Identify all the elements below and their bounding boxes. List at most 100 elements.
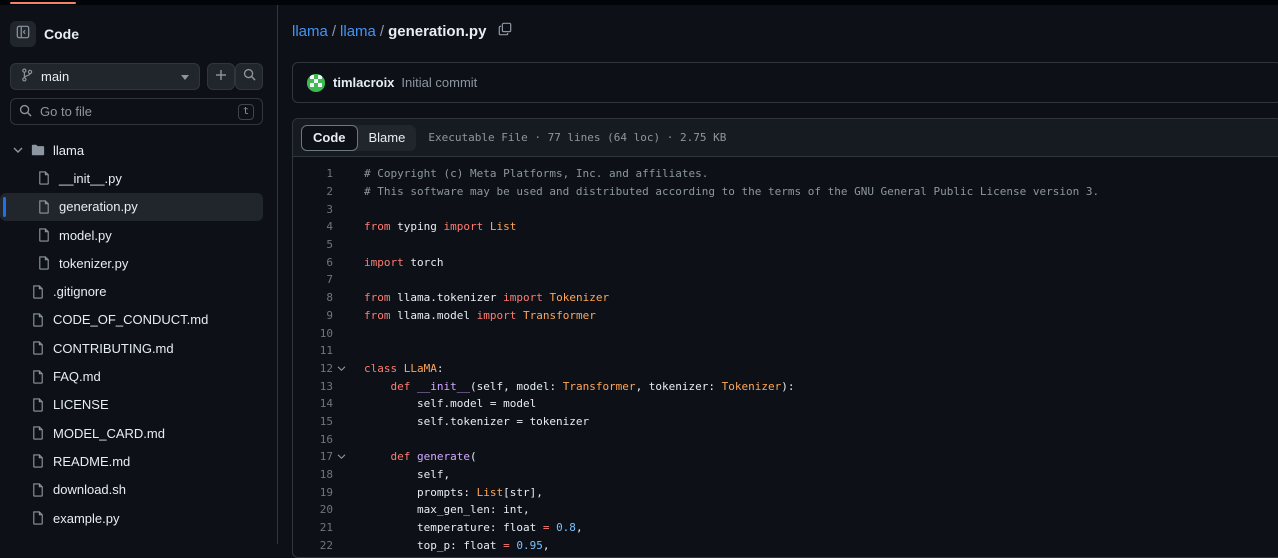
- line-number[interactable]: 21: [293, 521, 333, 534]
- code-text: temperature: float = 0.8,: [364, 521, 583, 534]
- tree-file-item[interactable]: CONTRIBUTING.md: [0, 334, 277, 362]
- breadcrumb-folder-link[interactable]: llama: [340, 23, 376, 40]
- code-line: 5: [293, 236, 1278, 254]
- line-number[interactable]: 4: [293, 220, 333, 233]
- line-number[interactable]: 12: [293, 362, 333, 375]
- line-number[interactable]: 1: [293, 167, 333, 180]
- line-number[interactable]: 17: [293, 450, 333, 463]
- code-line: 17 def generate(: [293, 448, 1278, 466]
- collapse-sidebar-button[interactable]: [10, 21, 36, 47]
- line-number[interactable]: 10: [293, 327, 333, 340]
- sidebar-collapse-icon: [16, 25, 30, 44]
- breadcrumb-repo-link[interactable]: llama: [292, 23, 328, 40]
- file-view: llama / llama / generation.py timlacroix…: [278, 5, 1278, 558]
- tree-file-item[interactable]: example.py: [0, 504, 277, 532]
- line-number[interactable]: 2: [293, 185, 333, 198]
- code-token: import: [443, 220, 484, 234]
- fold-chevron-icon[interactable]: [333, 365, 364, 372]
- code-token: 0.8: [556, 521, 576, 535]
- code-line: 21 temperature: float = 0.8,: [293, 519, 1278, 537]
- line-number[interactable]: 20: [293, 503, 333, 516]
- line-number[interactable]: 14: [293, 397, 333, 410]
- code-token: class: [364, 361, 398, 375]
- line-number[interactable]: 6: [293, 256, 333, 269]
- commit-message[interactable]: Initial commit: [401, 75, 477, 90]
- file-tree: llama __init__.py generation.py model.py tok…: [0, 136, 277, 532]
- code-token: self.model = model: [364, 397, 537, 411]
- tree-file-item[interactable]: download.sh: [0, 476, 277, 504]
- tree-file-item[interactable]: model.py: [0, 221, 277, 249]
- code-text: self.model = model: [364, 397, 536, 410]
- code-token: List: [489, 220, 517, 234]
- line-number[interactable]: 18: [293, 468, 333, 481]
- fold-chevron-icon[interactable]: [333, 453, 364, 460]
- chevron-down-icon[interactable]: [10, 142, 26, 158]
- tree-file-item[interactable]: LICENSE: [0, 391, 277, 419]
- code-text: def __init__(self, model: Transformer, t…: [364, 380, 795, 393]
- code-line: 2 # This software may be used and distrib…: [293, 183, 1278, 201]
- line-number[interactable]: 16: [293, 433, 333, 446]
- tree-file-item[interactable]: .gitignore: [0, 277, 277, 305]
- line-number[interactable]: 11: [293, 344, 333, 357]
- tree-folder-item[interactable]: llama: [0, 136, 277, 164]
- line-number[interactable]: 3: [293, 203, 333, 216]
- tree-item-label: CONTRIBUTING.md: [53, 340, 174, 356]
- tree-item-label: MODEL_CARD.md: [53, 425, 165, 441]
- tab-blame[interactable]: Blame: [358, 125, 417, 151]
- file-icon: [30, 369, 46, 385]
- file-icon: [30, 425, 46, 441]
- tree-file-item[interactable]: CODE_OF_CONDUCT.md: [0, 306, 277, 334]
- code-line: 3: [293, 200, 1278, 218]
- code-viewer: Code Blame Executable File · 77 lines (6…: [292, 118, 1278, 558]
- tree-file-item[interactable]: __init__.py: [0, 164, 277, 192]
- git-branch-icon: [21, 68, 33, 85]
- tree-file-item[interactable]: tokenizer.py: [0, 249, 277, 277]
- code-line: 12 class LLaMA:: [293, 360, 1278, 378]
- code-token: prompts:: [364, 485, 477, 499]
- tree-file-item[interactable]: FAQ.md: [0, 362, 277, 390]
- code-token: Transformer: [522, 308, 596, 322]
- sidebar-header: Code: [10, 20, 79, 48]
- code-text: # This software may be used and distribu…: [364, 185, 1099, 198]
- line-number[interactable]: 22: [293, 539, 333, 552]
- search-icon: [19, 104, 32, 120]
- line-number[interactable]: 13: [293, 380, 333, 393]
- file-icon: [30, 284, 46, 300]
- tab-code[interactable]: Code: [301, 124, 358, 151]
- code-text: # Copyright (c) Meta Platforms, Inc. and…: [364, 167, 708, 180]
- code-token: , tokenizer:: [635, 379, 722, 393]
- go-to-file-input[interactable]: Go to file t: [10, 98, 263, 125]
- code-line: 7: [293, 271, 1278, 289]
- file-icon: [30, 453, 46, 469]
- code-token: :: [436, 361, 444, 375]
- code-text: from llama.tokenizer import Tokenizer: [364, 291, 609, 304]
- code-token: Tokenizer: [721, 379, 782, 393]
- commit-author[interactable]: timlacroix: [333, 75, 394, 90]
- code-token: self.tokenizer = tokenizer: [364, 414, 590, 428]
- line-number[interactable]: 7: [293, 273, 333, 286]
- branch-selector[interactable]: main: [10, 63, 200, 90]
- tree-file-item[interactable]: README.md: [0, 447, 277, 475]
- line-number[interactable]: 9: [293, 309, 333, 322]
- code-token: top_p: float: [364, 538, 504, 552]
- file-info: Executable File · 77 lines (64 loc) · 2.…: [428, 131, 727, 144]
- add-file-button[interactable]: [207, 63, 235, 90]
- code-token: (: [469, 450, 477, 464]
- code-line: 16: [293, 430, 1278, 448]
- code-line: 19 prompts: List[str],: [293, 483, 1278, 501]
- line-number[interactable]: 15: [293, 415, 333, 428]
- search-code-button[interactable]: [235, 63, 263, 90]
- file-icon: [36, 255, 52, 271]
- line-number[interactable]: 8: [293, 291, 333, 304]
- code-text: top_p: float = 0.95,: [364, 539, 549, 552]
- tree-file-item[interactable]: MODEL_CARD.md: [0, 419, 277, 447]
- line-number[interactable]: 19: [293, 486, 333, 499]
- tree-file-item[interactable]: generation.py: [0, 192, 263, 221]
- copy-path-button[interactable]: [498, 22, 512, 40]
- code-token: def: [390, 450, 411, 464]
- line-number[interactable]: 5: [293, 238, 333, 251]
- avatar[interactable]: [307, 73, 325, 92]
